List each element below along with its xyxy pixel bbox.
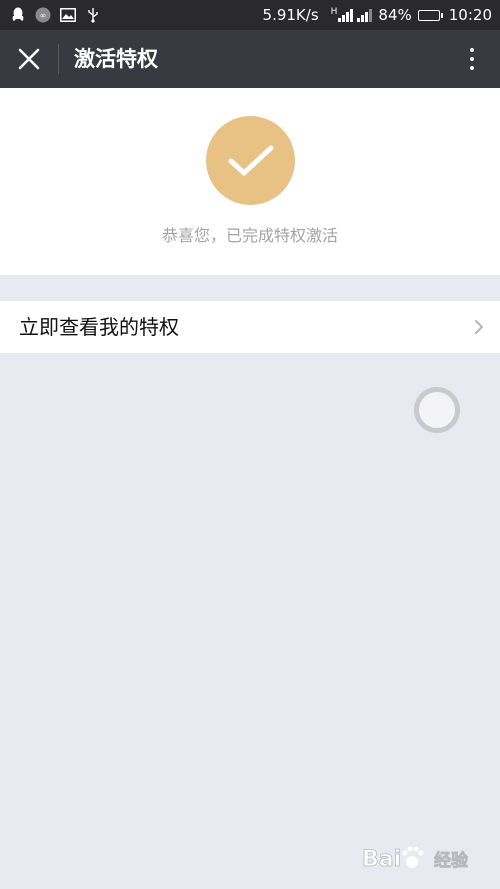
success-badge <box>206 116 295 205</box>
image-icon <box>60 7 76 23</box>
battery-percent: 84% <box>378 6 412 24</box>
status-bar-system: 5.91K/s H 84% 10:20 <box>263 4 492 26</box>
title-divider <box>58 44 59 74</box>
clock: 10:20 <box>448 6 492 24</box>
check-icon <box>228 145 273 175</box>
title-bar: 激活特权 <box>0 30 500 88</box>
qq-icon <box>10 7 26 23</box>
signal-type-label: H <box>330 7 338 17</box>
success-message: 恭喜您，已完成特权激活 <box>161 226 338 245</box>
more-options-button[interactable] <box>460 44 484 74</box>
chevron-right-icon <box>475 320 483 334</box>
loading-spinner <box>414 387 460 433</box>
close-icon <box>18 48 40 70</box>
baidu-jingyan-watermark: Bai 经验 Bai 经验 <box>360 838 480 878</box>
battery-icon <box>417 9 443 21</box>
more-vertical-icon <box>470 48 474 52</box>
svg-text:∞: ∞ <box>40 11 47 20</box>
svg-text:经验: 经验 <box>434 850 469 871</box>
success-card: 恭喜您，已完成特权激活 <box>0 88 500 275</box>
view-privileges-row[interactable]: 立即查看我的特权 <box>0 301 500 353</box>
network-speed: 5.91K/s <box>262 6 319 24</box>
usb-icon <box>85 7 101 23</box>
view-privileges-label: 立即查看我的特权 <box>19 315 179 339</box>
svg-text:Bai: Bai <box>362 847 401 872</box>
status-bar-notifications: ∞ <box>10 5 101 25</box>
signal-icon: H <box>331 8 373 22</box>
close-button[interactable] <box>14 44 44 74</box>
status-bar: ∞ 5.91K/s H 84% 10:20 <box>0 0 500 30</box>
page-title: 激活特权 <box>74 47 158 71</box>
app-icon: ∞ <box>35 7 51 23</box>
